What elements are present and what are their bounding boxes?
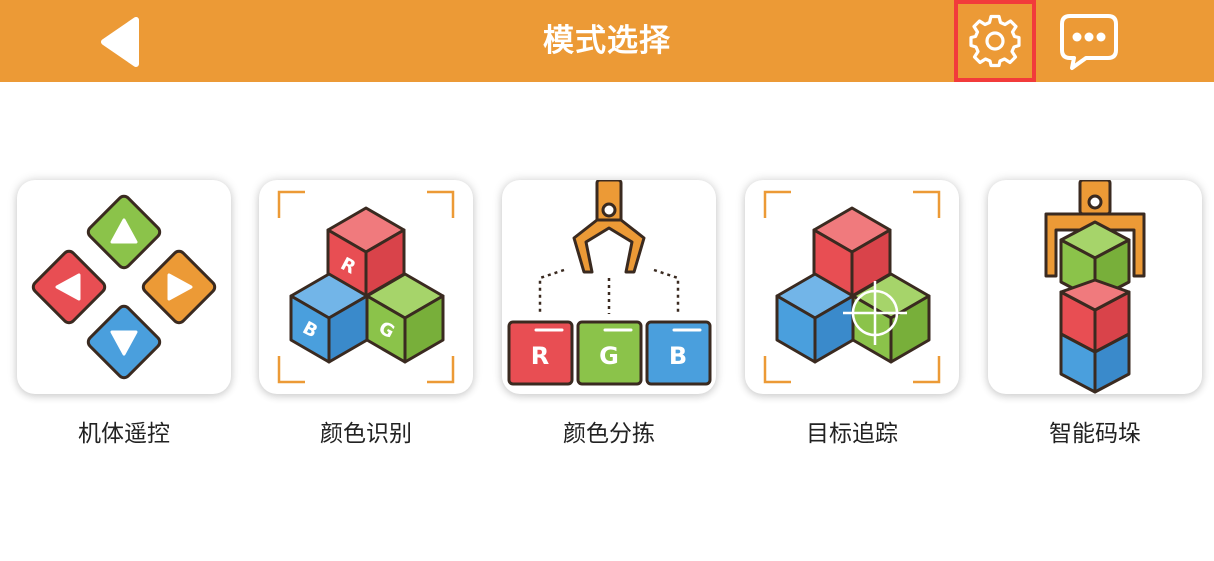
chat-bubble-icon <box>1060 14 1118 70</box>
claw-sorting-icon: R G B <box>507 180 712 386</box>
mode-label-remote-control: 机体遥控 <box>78 421 170 447</box>
mode-label-smart-stacking: 智能码垛 <box>1049 421 1141 447</box>
box-letter-b: B <box>669 342 687 370</box>
gear-icon <box>969 14 1021 68</box>
back-button[interactable] <box>92 12 152 72</box>
box-letter-g: G <box>599 342 619 370</box>
top-bar: 模式选择 <box>0 0 1214 82</box>
mode-card-target-tracking[interactable] <box>745 180 959 394</box>
mode-card-color-recognition[interactable]: R B G <box>259 180 473 394</box>
claw-stacking-cubes-icon <box>1044 180 1146 394</box>
mode-card-smart-stacking[interactable] <box>988 180 1202 394</box>
mode-label-color-sorting: 颜色分拣 <box>563 421 655 447</box>
mode-label-color-recognition: 颜色识别 <box>320 421 412 447</box>
dpad-remote-control-icon <box>31 194 217 380</box>
mode-label-target-tracking: 目标追踪 <box>806 421 898 447</box>
mode-card-color-sorting[interactable]: R G B <box>502 180 716 394</box>
chat-button[interactable] <box>1056 12 1122 72</box>
target-tracking-cubes-icon <box>763 190 941 384</box>
mode-card-remote-control[interactable] <box>17 180 231 394</box>
settings-button[interactable] <box>954 0 1036 82</box>
box-letter-r: R <box>531 342 549 370</box>
chevron-left-icon <box>101 17 139 67</box>
rgb-cubes-icon: R B G <box>277 190 455 384</box>
